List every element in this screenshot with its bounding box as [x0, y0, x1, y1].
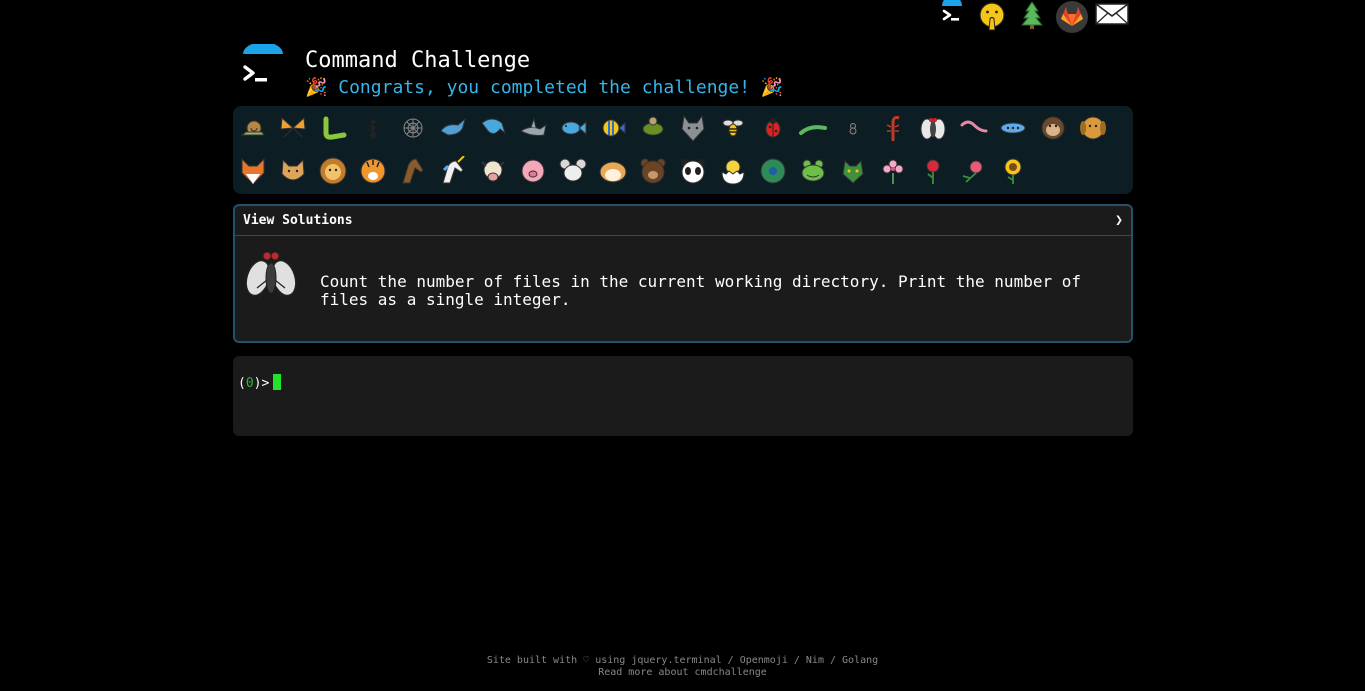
whale-icon[interactable]: [433, 108, 473, 148]
wolf-icon[interactable]: [673, 108, 713, 148]
hamster-icon[interactable]: [593, 151, 633, 191]
cat-icon[interactable]: [273, 151, 313, 191]
peacock-icon[interactable]: [753, 151, 793, 191]
exit-code: 0: [245, 376, 254, 391]
hibiscus-icon[interactable]: [953, 151, 993, 191]
terminal-prompt: (0)>: [238, 374, 282, 391]
prompt-close: )>: [253, 376, 270, 391]
cow-icon[interactable]: [473, 151, 513, 191]
page-title: Command Challenge: [305, 48, 531, 73]
worm-icon[interactable]: [953, 108, 993, 148]
snail-icon[interactable]: [233, 108, 273, 148]
fox-icon[interactable]: [233, 151, 273, 191]
sunflower-icon[interactable]: [993, 151, 1033, 191]
shushing-face-icon[interactable]: [972, 0, 1012, 34]
tiger-icon[interactable]: [353, 151, 393, 191]
emoji-row-1: [233, 108, 1113, 148]
completion-text: Congrats, you completed the challenge!: [327, 77, 761, 98]
view-solutions-toggle[interactable]: View Solutions ❯: [235, 206, 1131, 236]
view-solutions-label: View Solutions: [243, 213, 353, 228]
footer: Site built with ♡ using jquery.terminal …: [0, 655, 1365, 679]
dolphin-icon[interactable]: [473, 108, 513, 148]
challenge-body: Count the number of files in the current…: [235, 236, 1131, 340]
unicorn-icon[interactable]: [433, 151, 473, 191]
party-popper-icon: 🎉: [760, 77, 784, 98]
bee-icon[interactable]: [713, 108, 753, 148]
challenge-emoji-bar: [233, 106, 1133, 194]
challenge-description: Count the number of files in the current…: [320, 272, 1081, 309]
panda-icon[interactable]: [673, 151, 713, 191]
turtle-icon[interactable]: [633, 108, 673, 148]
lizard-icon[interactable]: [793, 108, 833, 148]
top-icon-bar: [932, 0, 1132, 34]
cherry-blossom-icon[interactable]: [873, 151, 913, 191]
prompt-open: (: [238, 376, 246, 391]
terminal[interactable]: (0)>: [233, 356, 1133, 436]
party-popper-icon: 🎉: [305, 77, 328, 98]
monkey-icon[interactable]: [1033, 108, 1073, 148]
page: Command Challenge 🎉 Congrats, you comple…: [0, 0, 1365, 691]
pig-icon[interactable]: [513, 151, 553, 191]
completion-message: 🎉 Congrats, you completed the challenge!…: [305, 77, 783, 98]
lion-icon[interactable]: [313, 151, 353, 191]
footer-credits[interactable]: Site built with ♡ using jquery.terminal …: [0, 655, 1365, 667]
chevron-right-icon: ❯: [1115, 213, 1123, 228]
fly-icon[interactable]: [913, 108, 953, 148]
ant-icon[interactable]: [353, 108, 393, 148]
spider-web-icon[interactable]: [393, 108, 433, 148]
challenge-panel: View Solutions ❯ Count the number of fil…: [233, 204, 1133, 343]
horse-icon[interactable]: [393, 151, 433, 191]
butterfly-icon[interactable]: [273, 108, 313, 148]
tropical-fish-icon[interactable]: [593, 108, 633, 148]
spider-icon[interactable]: [833, 108, 873, 148]
terminal-cursor[interactable]: [273, 374, 282, 390]
tree-icon[interactable]: [1012, 0, 1052, 34]
emoji-row-2: [233, 151, 1033, 191]
gitlab-icon[interactable]: [1052, 0, 1092, 34]
microbe-icon[interactable]: [993, 108, 1033, 148]
fly-icon: [245, 246, 297, 306]
bear-icon[interactable]: [633, 151, 673, 191]
hatching-chick-icon[interactable]: [713, 151, 753, 191]
mail-icon[interactable]: [1092, 0, 1132, 34]
shark-icon[interactable]: [513, 108, 553, 148]
caterpillar-icon[interactable]: [313, 108, 353, 148]
lady-beetle-icon[interactable]: [753, 108, 793, 148]
read-more-link[interactable]: Read more about cmdchallenge: [0, 667, 1365, 679]
scorpion-icon[interactable]: [873, 108, 913, 148]
terminal-logo-icon[interactable]: [932, 0, 972, 34]
fish-icon[interactable]: [553, 108, 593, 148]
frog-icon[interactable]: [793, 151, 833, 191]
dog-icon[interactable]: [1073, 108, 1113, 148]
dragon-icon[interactable]: [833, 151, 873, 191]
mouse-icon[interactable]: [553, 151, 593, 191]
rose-icon[interactable]: [913, 151, 953, 191]
command-challenge-logo-icon[interactable]: [240, 42, 286, 90]
